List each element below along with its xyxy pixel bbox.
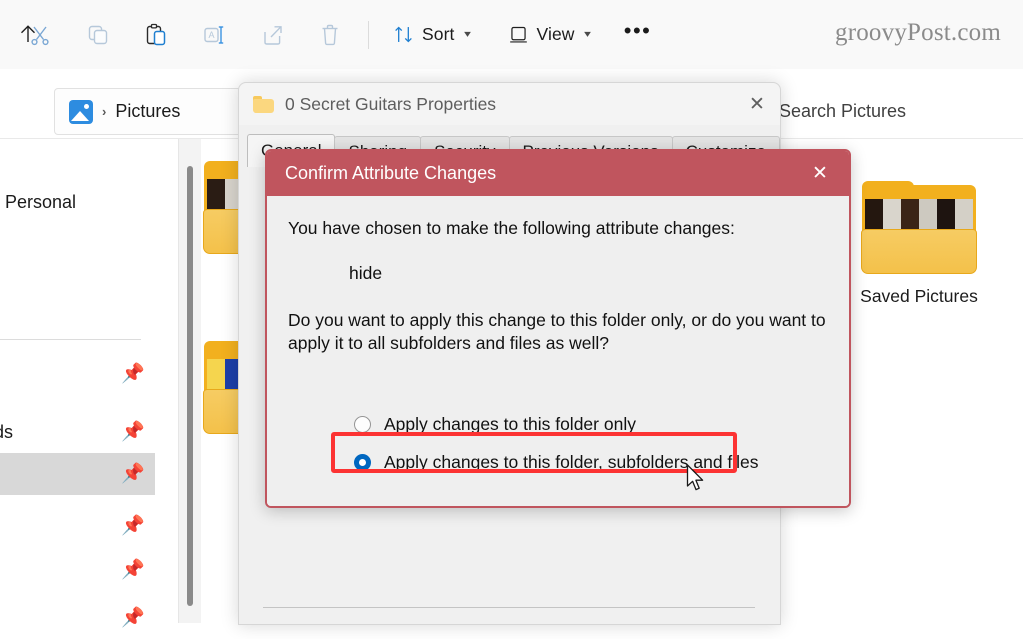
pin-icon[interactable]: 📌 [121,561,145,580]
properties-title: 0 Secret Guitars Properties [285,94,496,115]
arrow-up-icon [16,22,40,46]
folder-icon [860,181,978,277]
pin-icon[interactable]: 📌 [121,423,145,442]
confirm-dialog-title: Confirm Attribute Changes [285,163,496,184]
radio-button-selected[interactable] [354,454,371,471]
pin-icon[interactable]: 📌 [121,365,145,384]
search-input[interactable]: Search Pictures [779,101,906,122]
scrollbar-thumb[interactable] [187,166,193,606]
svg-text:A: A [208,30,214,40]
navigation-pane: - Personal 📌 ds 📌 ts 📌 📌 📌 📌 [0,139,179,623]
nav-item-label: - Personal [0,192,76,213]
nav-item-row[interactable]: 📌 [0,505,155,547]
view-label: View [537,24,575,45]
paste-icon[interactable] [136,15,176,55]
radio-apply-folder-only[interactable]: Apply changes to this folder only [354,414,636,435]
pin-icon[interactable]: 📌 [121,517,145,536]
confirm-dialog-titlebar: Confirm Attribute Changes ✕ [267,151,849,196]
toolbar-divider [368,21,369,49]
share-icon[interactable] [252,15,292,55]
question-text: Do you want to apply this change to this… [288,309,843,355]
ok-button[interactable]: OK [603,507,716,508]
nav-item-row[interactable]: 📌 [0,597,155,639]
radio-button[interactable] [354,416,371,433]
nav-item-row[interactable]: 📌 [0,353,155,395]
rename-icon[interactable]: A [194,15,234,55]
radio-label: Apply changes to this folder only [384,414,636,435]
sort-icon [393,24,414,45]
pin-icon[interactable]: 📌 [121,465,145,484]
close-icon[interactable]: ✕ [797,151,843,196]
pin-icon[interactable]: 📌 [121,609,145,628]
confirm-attribute-changes-dialog: Confirm Attribute Changes ✕ You have cho… [265,149,851,508]
see-more-button[interactable]: ••• [618,17,658,53]
breadcrumb-separator: › [102,104,106,119]
chevron-down-icon: ▾ [464,29,471,40]
confirm-dialog-body: You have chosen to make the following at… [267,196,849,506]
navigate-up-button[interactable] [7,13,49,55]
sort-label: Sort [422,24,455,45]
nav-item-label: ds [0,422,13,443]
watermark-text: groovyPost.com [835,19,1001,47]
sort-button[interactable]: Sort ▾ [383,17,480,53]
intro-text: You have chosen to make the following at… [288,217,735,240]
properties-titlebar: 0 Secret Guitars Properties ✕ [239,83,780,125]
nav-divider [0,339,141,340]
folder-icon [253,96,274,113]
command-bar: A Sort [0,0,1023,70]
cancel-button[interactable]: Cancel [727,507,840,508]
radio-label: Apply changes to this folder, subfolders… [384,452,759,473]
content-scrollbar[interactable] [179,139,201,623]
nav-item-selected[interactable]: 📌 [0,453,155,495]
properties-divider [263,607,755,608]
view-icon [508,24,529,45]
pictures-icon [69,100,93,124]
view-button[interactable]: View ▾ [498,17,600,53]
breadcrumb-label-pictures[interactable]: Pictures [115,101,180,122]
chevron-down-icon: ▾ [584,29,591,40]
nav-item-row[interactable]: 📌 [0,549,155,591]
radio-apply-folder-subfolders-files[interactable]: Apply changes to this folder, subfolders… [354,452,759,473]
close-icon[interactable]: ✕ [734,83,780,125]
copy-icon[interactable] [78,15,118,55]
delete-icon[interactable] [310,15,350,55]
nav-item-personal[interactable]: - Personal [0,181,155,223]
nav-item-downloads[interactable]: ds 📌 [0,411,155,453]
attribute-change-text: hide [349,262,382,285]
